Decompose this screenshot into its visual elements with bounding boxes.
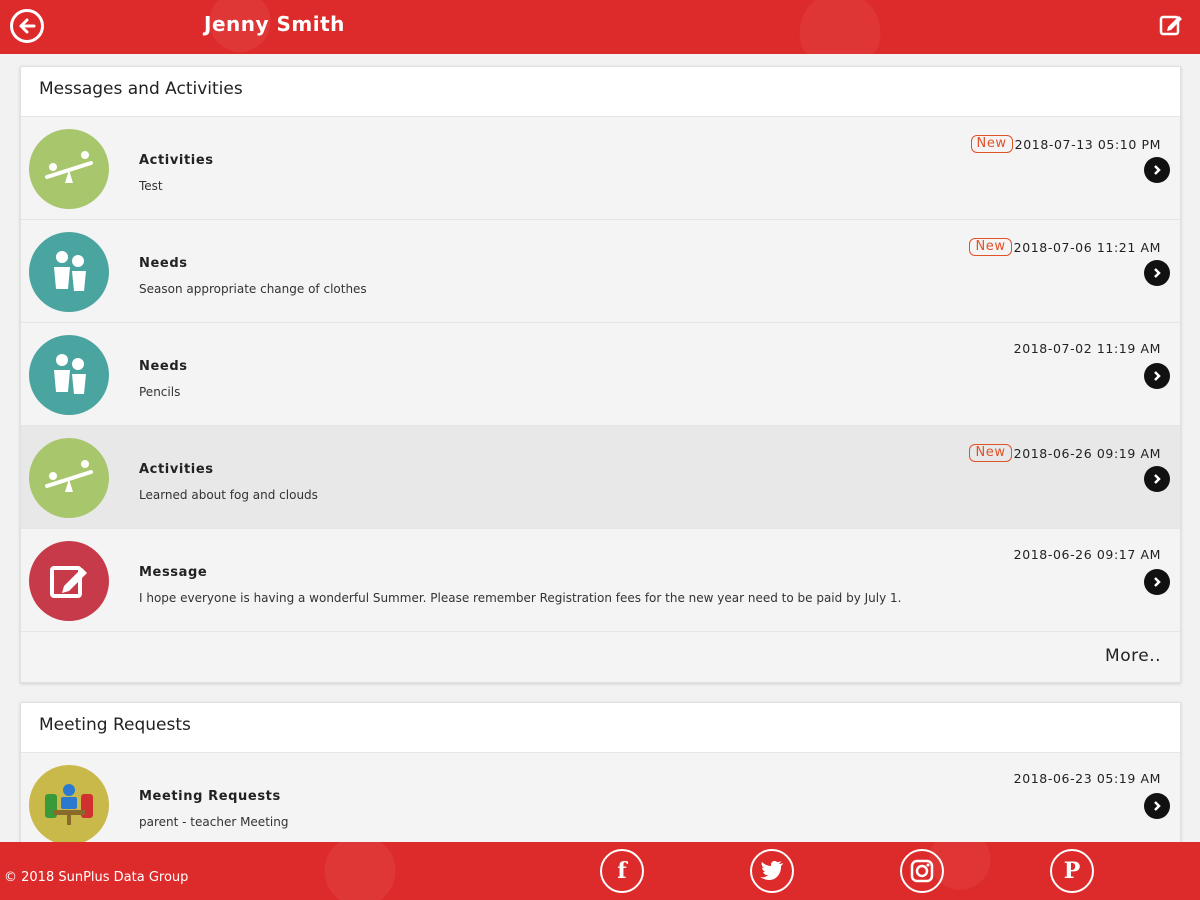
- instagram-link[interactable]: [900, 849, 944, 893]
- avatar: [29, 335, 109, 415]
- chevron-right-icon: [1154, 371, 1161, 381]
- kids-icon: [54, 354, 86, 394]
- back-button[interactable]: [10, 9, 44, 43]
- message-meta: 2018-07-02 11:19 AM: [1014, 341, 1161, 356]
- open-message-button[interactable]: [1144, 157, 1170, 183]
- message-row[interactable]: Activities Learned about fog and clouds …: [21, 426, 1180, 529]
- message-meta: 2018-06-26 09:17 AM: [1014, 547, 1161, 562]
- chevron-right-icon: [1154, 474, 1161, 484]
- meeting-text: parent - teacher Meeting: [139, 815, 289, 829]
- message-type: Message: [139, 565, 208, 580]
- message-row[interactable]: Activities Test New 2018-07-13 05:10 PM: [21, 117, 1180, 220]
- message-text: Learned about fog and clouds: [139, 488, 318, 502]
- more-link[interactable]: More..: [1105, 646, 1161, 666]
- pinterest-icon: P: [1063, 858, 1081, 884]
- new-badge: New: [969, 444, 1012, 462]
- chevron-right-icon: [1154, 801, 1161, 811]
- avatar: [29, 232, 109, 312]
- message-text: I hope everyone is having a wonderful Su…: [139, 591, 902, 605]
- seesaw-icon: [45, 151, 93, 183]
- edit-icon: [1159, 15, 1182, 36]
- message-timestamp: 2018-07-13 05:10 PM: [1014, 136, 1161, 152]
- meeting-type: Meeting Requests: [139, 789, 281, 804]
- footer: © 2018 SunPlus Data Group f P: [0, 842, 1200, 900]
- message-timestamp: 2018-07-02 11:19 AM: [1013, 341, 1161, 356]
- facebook-link[interactable]: f: [600, 849, 644, 893]
- message-row[interactable]: Needs Pencils 2018-07-02 11:19 AM: [21, 323, 1180, 426]
- message-timestamp: 2018-06-26 09:17 AM: [1013, 547, 1161, 562]
- message-meta: New 2018-07-06 11:21 AM: [969, 238, 1161, 256]
- meeting-icon: [45, 784, 93, 825]
- message-text: Pencils: [139, 385, 181, 399]
- message-type: Activities: [139, 153, 214, 168]
- message-type: Needs: [139, 359, 188, 374]
- open-message-button[interactable]: [1144, 363, 1170, 389]
- messages-card: Messages and Activities Activities Test …: [20, 66, 1181, 683]
- message-type: Activities: [139, 462, 214, 477]
- message-type: Needs: [139, 256, 188, 271]
- open-message-button[interactable]: [1144, 466, 1170, 492]
- message-meta: New 2018-06-26 09:19 AM: [969, 444, 1161, 462]
- facebook-icon: f: [617, 858, 627, 884]
- edit-button[interactable]: [1158, 12, 1184, 38]
- avatar: [29, 129, 109, 209]
- meeting-timestamp: 2018-06-23 05:19 AM: [1013, 771, 1161, 786]
- meeting-row[interactable]: Meeting Requests parent - teacher Meetin…: [21, 753, 1180, 856]
- seesaw-icon: [45, 460, 93, 492]
- top-bar: Jenny Smith: [0, 0, 1200, 54]
- copyright-text: © 2018 SunPlus Data Group: [4, 870, 189, 885]
- meeting-meta: 2018-06-23 05:19 AM: [1014, 771, 1161, 786]
- twitter-icon: [760, 861, 783, 880]
- kids-icon: [54, 251, 86, 291]
- chevron-right-icon: [1154, 577, 1161, 587]
- message-row[interactable]: Message I hope everyone is having a wond…: [21, 529, 1180, 632]
- more-row: More..: [21, 632, 1180, 682]
- pencil-note-icon: [50, 566, 87, 598]
- message-timestamp: 2018-07-06 11:21 AM: [1013, 239, 1161, 255]
- pinterest-link[interactable]: P: [1050, 849, 1094, 893]
- avatar: [29, 765, 109, 845]
- avatar: [29, 438, 109, 518]
- back-arrow-icon: [19, 18, 36, 34]
- new-badge: New: [969, 238, 1012, 256]
- message-text: Season appropriate change of clothes: [139, 282, 367, 296]
- message-meta: New 2018-07-13 05:10 PM: [970, 135, 1162, 153]
- chevron-right-icon: [1154, 165, 1161, 175]
- open-message-button[interactable]: [1144, 260, 1170, 286]
- instagram-icon: [910, 859, 934, 883]
- avatar: [29, 541, 109, 621]
- open-message-button[interactable]: [1144, 569, 1170, 595]
- page-title: Jenny Smith: [204, 12, 345, 36]
- new-badge: New: [970, 135, 1013, 153]
- twitter-link[interactable]: [750, 849, 794, 893]
- messages-section-title: Messages and Activities: [21, 67, 1180, 117]
- message-row[interactable]: Needs Season appropriate change of cloth…: [21, 220, 1180, 323]
- meetings-section-title: Meeting Requests: [21, 703, 1180, 753]
- message-timestamp: 2018-06-26 09:19 AM: [1013, 445, 1161, 461]
- open-meeting-button[interactable]: [1144, 793, 1170, 819]
- message-text: Test: [139, 179, 163, 193]
- chevron-right-icon: [1154, 268, 1161, 278]
- meetings-card: Meeting Requests Meeting Requests parent…: [20, 702, 1181, 856]
